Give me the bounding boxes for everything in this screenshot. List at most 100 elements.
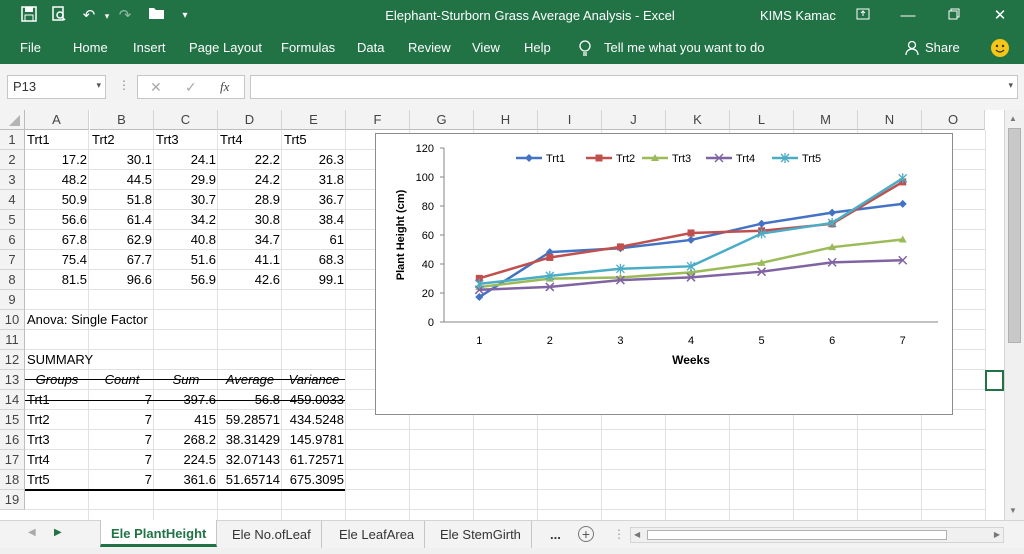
- tab-formulas[interactable]: Formulas: [281, 32, 335, 64]
- scroll-right-icon[interactable]: ▶: [994, 530, 1000, 539]
- ribbon-display-options-icon[interactable]: [852, 6, 874, 26]
- row-header-17[interactable]: 17: [0, 450, 25, 470]
- more-sheets-button[interactable]: ...: [540, 521, 571, 548]
- select-all-corner[interactable]: [0, 110, 25, 130]
- cell-e18[interactable]: 675.3095: [282, 470, 346, 490]
- scroll-down-icon[interactable]: ▼: [1009, 506, 1017, 515]
- formula-input[interactable]: ▾: [250, 75, 1018, 99]
- name-box[interactable]: P13 ▾: [7, 75, 106, 99]
- row-header-15[interactable]: 15: [0, 410, 25, 430]
- row-header-2[interactable]: 2: [0, 150, 25, 170]
- expand-formula-bar-icon[interactable]: ▾: [1008, 80, 1013, 91]
- cell-d1[interactable]: Trt4: [218, 130, 282, 150]
- cell-b3[interactable]: 44.5: [90, 170, 154, 190]
- cell-c4[interactable]: 30.7: [154, 190, 218, 210]
- tab-file[interactable]: File: [20, 32, 41, 64]
- cell-e7[interactable]: 68.3: [282, 250, 346, 270]
- insert-function-icon[interactable]: fx: [220, 79, 229, 95]
- vertical-scrollbar[interactable]: ▲ ▼: [1004, 110, 1024, 520]
- tab-help[interactable]: Help: [524, 32, 551, 64]
- cell-a10[interactable]: Anova: Single Factor: [25, 310, 148, 330]
- cell-a1[interactable]: Trt1: [25, 130, 89, 150]
- chart-area[interactable]: 0 20 40 60 80 100 120 1 2 3 4 5 6 7 Weeks Plant Height …: [375, 133, 953, 415]
- cell-a8[interactable]: 81.5: [25, 270, 89, 290]
- cell-b13[interactable]: Count: [90, 370, 154, 390]
- close-icon[interactable]: ✕: [989, 6, 1011, 26]
- cell-a7[interactable]: 75.4: [25, 250, 89, 270]
- cell-b6[interactable]: 62.9: [90, 230, 154, 250]
- cell-e17[interactable]: 61.72571: [282, 450, 346, 470]
- cell-e13[interactable]: Variance: [282, 370, 346, 390]
- prev-sheet-icon[interactable]: ◀: [28, 527, 36, 538]
- cell-a4[interactable]: 50.9: [25, 190, 89, 210]
- scroll-up-icon[interactable]: ▲: [1009, 114, 1017, 123]
- tab-review[interactable]: Review: [408, 32, 451, 64]
- column-header-i[interactable]: I: [538, 110, 602, 130]
- cell-b2[interactable]: 30.1: [90, 150, 154, 170]
- cell-e1[interactable]: Trt5: [282, 130, 346, 150]
- next-sheet-icon[interactable]: ▶: [54, 527, 62, 538]
- row-header-19[interactable]: 19: [0, 490, 25, 510]
- column-header-h[interactable]: H: [474, 110, 538, 130]
- cell-c5[interactable]: 34.2: [154, 210, 218, 230]
- tab-view[interactable]: View: [472, 32, 500, 64]
- row-header-8[interactable]: 8: [0, 270, 25, 290]
- cell-c18[interactable]: 361.6: [154, 470, 218, 490]
- scroll-left-icon[interactable]: ◀: [634, 530, 640, 539]
- cell-b4[interactable]: 51.8: [90, 190, 154, 210]
- worksheet-grid[interactable]: ABCDEFGHIJKLMNO 1 2 3 4 5 6 7 8 9 10 11 12 13 14 15 16 1…: [0, 110, 1024, 520]
- row-header-5[interactable]: 5: [0, 210, 25, 230]
- cell-c1[interactable]: Trt3: [154, 130, 218, 150]
- cell-b5[interactable]: 61.4: [90, 210, 154, 230]
- row-header-6[interactable]: 6: [0, 230, 25, 250]
- selected-cell[interactable]: [985, 370, 1004, 391]
- cell-b15[interactable]: 7: [90, 410, 154, 430]
- share-person-icon[interactable]: [905, 40, 919, 56]
- cell-b18[interactable]: 7: [90, 470, 154, 490]
- cell-a16[interactable]: Trt3: [25, 430, 89, 450]
- confirm-entry-icon[interactable]: ✓: [185, 79, 197, 96]
- cell-b16[interactable]: 7: [90, 430, 154, 450]
- cell-b8[interactable]: 96.6: [90, 270, 154, 290]
- name-box-dropdown-icon[interactable]: ▾: [96, 80, 101, 91]
- cell-b1[interactable]: Trt2: [90, 130, 154, 150]
- cell-c3[interactable]: 29.9: [154, 170, 218, 190]
- cell-a17[interactable]: Trt4: [25, 450, 89, 470]
- cell-d16[interactable]: 38.31429: [218, 430, 282, 450]
- column-header-f[interactable]: F: [346, 110, 410, 130]
- cancel-entry-icon[interactable]: ✕: [150, 79, 162, 96]
- cell-d8[interactable]: 42.6: [218, 270, 282, 290]
- smiley-feedback-icon[interactable]: [991, 39, 1009, 57]
- cell-a12[interactable]: SUMMARY: [25, 350, 93, 370]
- column-header-d[interactable]: D: [218, 110, 282, 130]
- tab-split-grip-icon[interactable]: ⋮: [613, 527, 625, 541]
- cell-d5[interactable]: 30.8: [218, 210, 282, 230]
- row-header-18[interactable]: 18: [0, 470, 25, 490]
- column-header-n[interactable]: N: [858, 110, 922, 130]
- cell-d7[interactable]: 41.1: [218, 250, 282, 270]
- column-header-o[interactable]: O: [922, 110, 985, 130]
- cell-e3[interactable]: 31.8: [282, 170, 346, 190]
- cell-e2[interactable]: 26.3: [282, 150, 346, 170]
- sheet-tab-ele-noofleaf[interactable]: Ele No.ofLeaf: [222, 521, 322, 548]
- cell-a3[interactable]: 48.2: [25, 170, 89, 190]
- cell-e4[interactable]: 36.7: [282, 190, 346, 210]
- cell-a2[interactable]: 17.2: [25, 150, 89, 170]
- print-preview-icon[interactable]: [48, 6, 70, 26]
- cell-d15[interactable]: 59.28571: [218, 410, 282, 430]
- sheet-tab-ele-stemgirth[interactable]: Ele StemGirth: [430, 521, 532, 548]
- cell-a6[interactable]: 67.8: [25, 230, 89, 250]
- column-header-m[interactable]: M: [794, 110, 858, 130]
- row-header-1[interactable]: 1: [0, 130, 25, 150]
- cell-a5[interactable]: 56.6: [25, 210, 89, 230]
- tab-home[interactable]: Home: [73, 32, 108, 64]
- column-header-l[interactable]: L: [730, 110, 794, 130]
- cell-e15[interactable]: 434.5248: [282, 410, 346, 430]
- cell-d18[interactable]: 51.65714: [218, 470, 282, 490]
- open-folder-icon[interactable]: [146, 6, 168, 26]
- column-header-b[interactable]: B: [90, 110, 154, 130]
- tell-me-search[interactable]: Tell me what you want to do: [604, 32, 764, 64]
- row-header-3[interactable]: 3: [0, 170, 25, 190]
- column-header-k[interactable]: K: [666, 110, 730, 130]
- cell-e5[interactable]: 38.4: [282, 210, 346, 230]
